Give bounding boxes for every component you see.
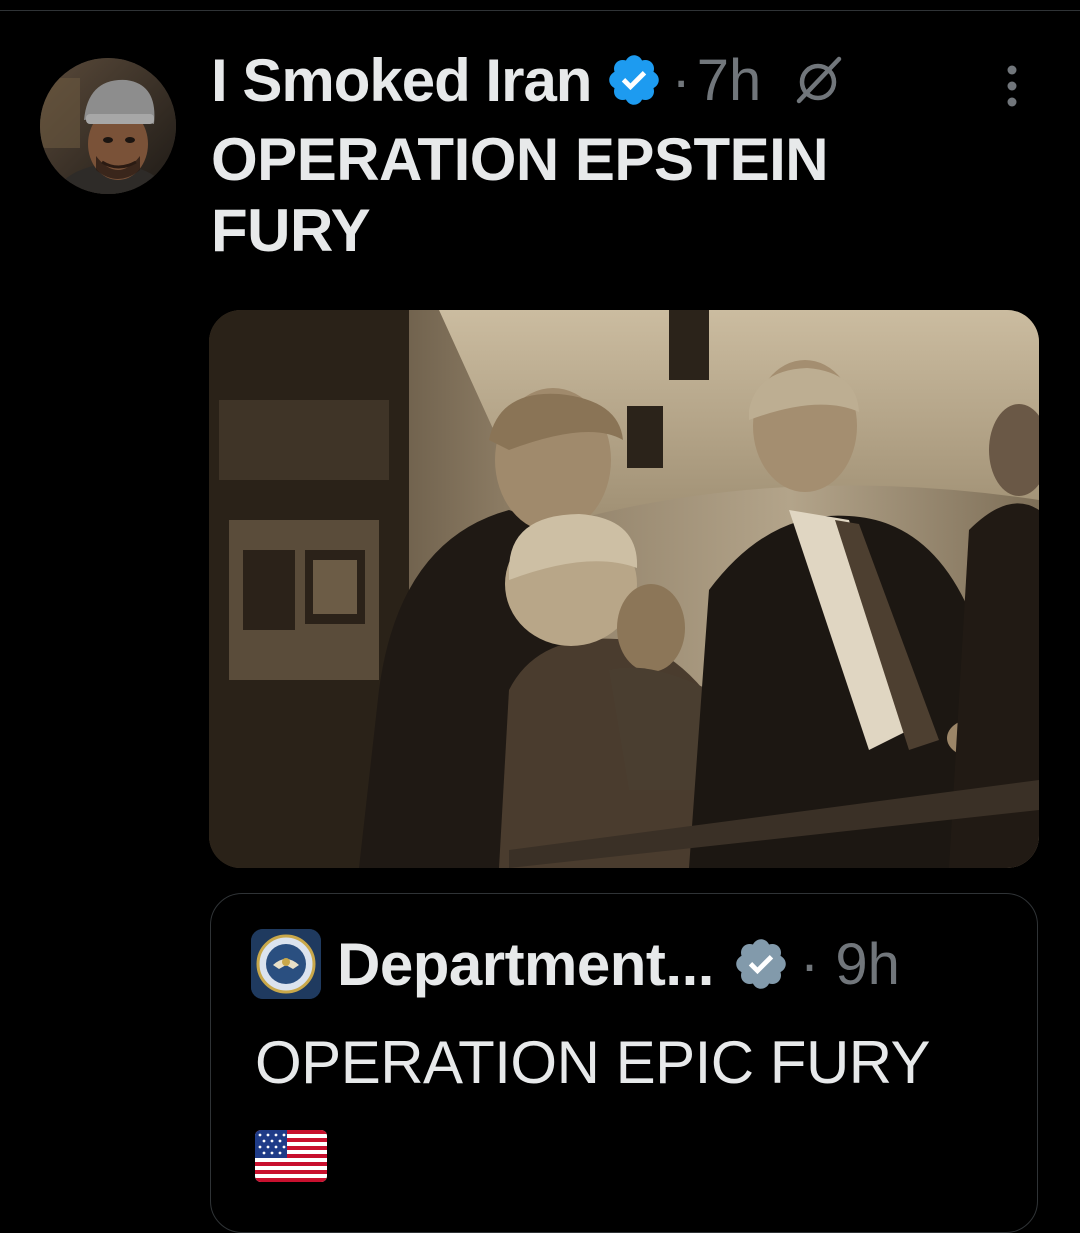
post-media-image[interactable] [209,310,1039,868]
post-timestamp[interactable]: 7h [697,48,762,113]
quoted-author-avatar[interactable] [251,929,321,999]
quoted-post-meta: · 9h [800,931,900,998]
quoted-post-text: OPERATION EPIC FURY [255,1029,931,1096]
author-avatar[interactable] [40,58,176,194]
author-display-name[interactable]: I Smoked Iran [211,46,592,115]
more-options-icon[interactable] [998,62,1026,110]
meta-separator: · [671,47,691,113]
post-meta: · 7h [671,47,761,114]
post-text-line-1: OPERATION EPSTEIN [211,126,829,193]
quoted-post-card[interactable]: Department... · 9h OPERATION EPIC FURY [210,893,1038,1233]
quoted-author-display-name[interactable]: Department... [337,930,714,999]
grok-icon[interactable] [791,53,845,107]
top-divider [0,10,1080,11]
us-flag-emoji [255,1130,327,1182]
verified-badge-icon[interactable] [605,51,663,109]
post-text-line-2: FURY [211,197,371,264]
verified-badge-gray-icon[interactable] [732,935,790,993]
post-header: I Smoked Iran · 7h [211,44,845,116]
quoted-post-header: Department... · 9h [251,926,900,1002]
quoted-meta-separator: · [799,931,820,997]
quoted-post-timestamp[interactable]: 9h [835,932,900,997]
post-text: OPERATION EPSTEIN FURY [211,124,971,266]
